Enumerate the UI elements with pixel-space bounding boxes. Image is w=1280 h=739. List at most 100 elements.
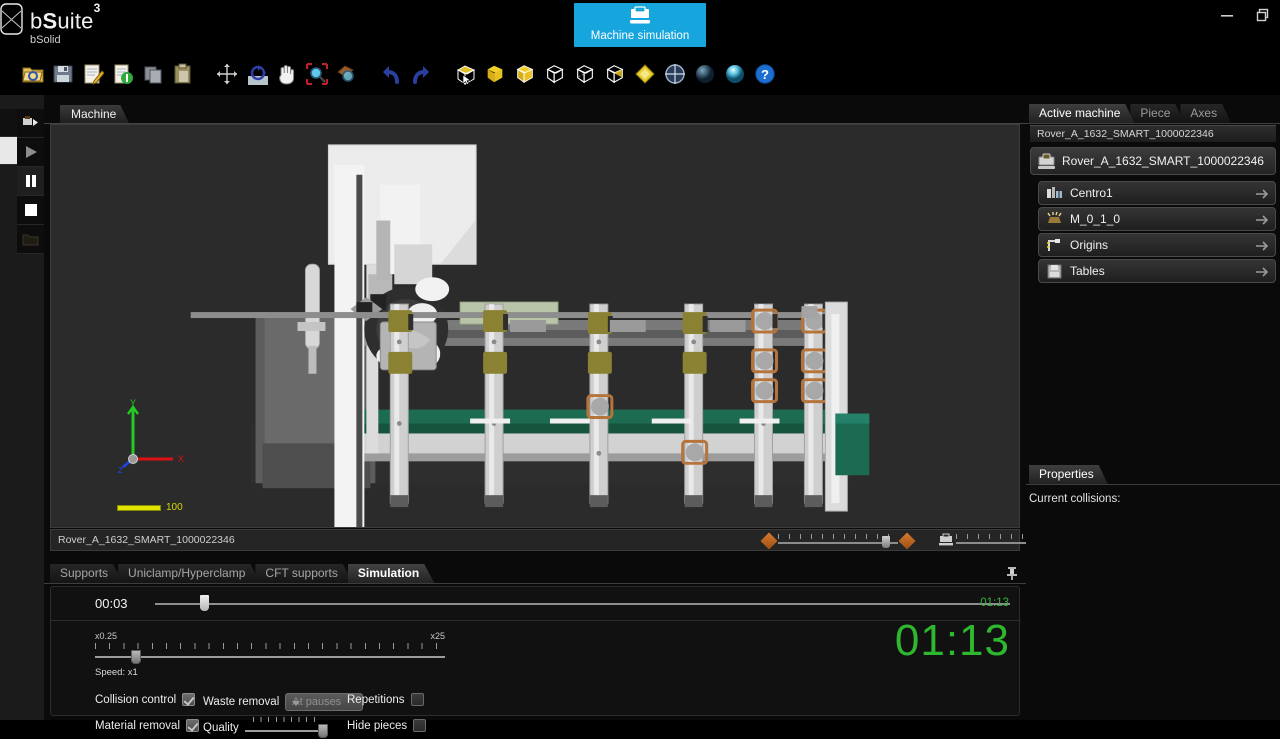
speed-slider-knob[interactable]	[131, 650, 141, 664]
pin-icon[interactable]	[1006, 566, 1018, 583]
zoom-object-icon[interactable]	[336, 63, 358, 85]
collision-control-checkbox[interactable]	[182, 693, 196, 706]
collision-control-label: Collision control	[95, 693, 177, 706]
waste-removal-label: Waste removal	[203, 696, 280, 708]
brand-prefix: b	[30, 8, 43, 34]
tab-supports-label: Supports	[60, 566, 109, 580]
stop-button[interactable]	[17, 196, 44, 225]
move-icon[interactable]	[216, 63, 238, 85]
material-removal-label: Material removal	[95, 719, 180, 732]
view-transparent-icon[interactable]	[604, 63, 626, 85]
big-timer: 01:13	[894, 616, 1010, 665]
refresh-document-icon[interactable]	[112, 63, 134, 85]
tab-simulation[interactable]: Simulation	[348, 564, 434, 583]
tab-properties-label: Properties	[1039, 467, 1094, 481]
repetitions-option: Repetitions	[347, 693, 424, 706]
bsolid-logo-icon	[0, 2, 24, 44]
tree-item-machine-root[interactable]: Rover_A_1632_SMART_1000022346	[1030, 147, 1276, 175]
restore-icon[interactable]	[1252, 4, 1274, 26]
pan-hand-icon[interactable]	[276, 63, 298, 85]
zoom-window-icon[interactable]	[305, 62, 329, 85]
view-tabs: Machine	[44, 104, 129, 124]
tree-item-origins[interactable]: Origins	[1038, 233, 1276, 257]
material-removal-checkbox[interactable]	[186, 719, 199, 732]
right-panel: Active machine Piece Axes Rover_A_1632_S…	[1026, 95, 1280, 720]
tab-axes-label: Axes	[1190, 106, 1218, 120]
transparency-slider[interactable]	[760, 532, 916, 550]
left-mini-icon-2[interactable]	[0, 137, 17, 165]
slider-knob[interactable]	[882, 536, 890, 548]
save-icon[interactable]	[52, 63, 74, 85]
tab-active-machine[interactable]: Active machine	[1029, 104, 1134, 123]
view-cube-select-icon[interactable]	[454, 63, 476, 85]
speed-slider-ticks	[95, 643, 445, 649]
bottom-panel: Supports Uniclamp/Hyperclamp CFT support…	[44, 560, 1026, 738]
diamond-icon[interactable]	[634, 63, 656, 85]
table-icon	[1046, 263, 1063, 280]
view-shaded-edges-icon[interactable]	[514, 63, 536, 85]
right-panel-tabs: Active machine Piece Axes	[1029, 104, 1227, 123]
tree-item-tables-label: Tables	[1070, 264, 1105, 278]
view-hidden-line-icon[interactable]	[574, 63, 596, 85]
sphere-dark-icon[interactable]	[694, 63, 716, 85]
copy-icon[interactable]	[142, 63, 164, 85]
hide-pieces-option: Hide pieces	[347, 719, 427, 732]
rotate-view-icon[interactable]	[246, 63, 268, 85]
view-shaded-icon[interactable]	[484, 63, 506, 85]
speed-slider-track	[95, 656, 445, 658]
tab-cft-supports[interactable]: CFT supports	[255, 564, 352, 583]
machine-icon	[574, 6, 706, 29]
hide-pieces-checkbox[interactable]	[413, 719, 427, 732]
quality-slider[interactable]	[244, 717, 328, 739]
redo-icon[interactable]	[410, 63, 432, 85]
speed-min-label: x0.25	[95, 631, 118, 641]
open-icon[interactable]	[22, 63, 44, 85]
arrow-right-icon[interactable]	[1254, 186, 1270, 205]
tab-machine-label: Machine	[71, 107, 117, 121]
target-icon[interactable]	[664, 63, 686, 85]
quality-slider-knob[interactable]	[317, 724, 328, 738]
machine-simulation-tab[interactable]: Machine simulation	[574, 3, 706, 47]
3d-viewport[interactable]: Y X Z 100	[50, 124, 1020, 528]
tree-item-origins-label: Origins	[1070, 238, 1109, 252]
tab-uniclamp-hyperclamp[interactable]: Uniclamp/Hyperclamp	[118, 564, 260, 583]
left-mini-icon-1[interactable]	[0, 109, 17, 137]
hide-pieces-label: Hide pieces	[347, 719, 408, 732]
minimize-icon[interactable]	[1216, 4, 1238, 26]
material-removal-option: Material removal	[95, 719, 199, 732]
tab-properties[interactable]: Properties	[1029, 465, 1108, 484]
svg-text:Y: Y	[130, 398, 136, 408]
main-toolbar: ?	[0, 52, 1280, 95]
timeline-knob[interactable]	[200, 595, 209, 611]
tab-axes[interactable]: Axes	[1180, 104, 1231, 123]
paste-icon[interactable]	[172, 63, 194, 85]
arrow-right-icon[interactable]	[1254, 212, 1270, 231]
tab-cft-supports-label: CFT supports	[265, 566, 338, 580]
speed-slider[interactable]	[95, 650, 445, 664]
help-icon[interactable]: ?	[754, 63, 776, 85]
quality-label: Quality	[203, 722, 239, 734]
tab-machine[interactable]: Machine	[60, 105, 129, 124]
tab-piece[interactable]: Piece	[1130, 104, 1184, 123]
arrow-right-icon[interactable]	[1254, 238, 1270, 257]
folder-icon[interactable]	[17, 225, 44, 254]
repetitions-checkbox[interactable]	[410, 693, 424, 706]
pause-button[interactable]	[17, 167, 44, 196]
bottom-panel-tabs: Supports Uniclamp/Hyperclamp CFT support…	[50, 564, 429, 583]
timeline-slider[interactable]	[155, 595, 1010, 611]
tree-item-tables[interactable]: Tables	[1038, 259, 1276, 283]
app-brand: bSuite3 bSolid	[30, 1, 101, 47]
sphere-light-icon[interactable]	[724, 63, 746, 85]
undo-icon[interactable]	[380, 63, 402, 85]
edit-icon[interactable]	[82, 63, 105, 85]
step-forward-button[interactable]	[17, 109, 44, 138]
waste-removal-option: Waste removal At pauses	[203, 693, 364, 711]
view-wireframe-icon[interactable]	[544, 63, 566, 85]
scale-bar-value: 100	[166, 502, 183, 513]
tree-item-m010[interactable]: M_0_1_0	[1038, 207, 1276, 231]
brand-superscript: 3	[93, 1, 101, 15]
tab-supports[interactable]: Supports	[50, 564, 123, 583]
play-button[interactable]	[17, 138, 44, 167]
tree-item-centro1[interactable]: Centro1	[1038, 181, 1276, 205]
arrow-right-icon[interactable]	[1254, 264, 1270, 283]
